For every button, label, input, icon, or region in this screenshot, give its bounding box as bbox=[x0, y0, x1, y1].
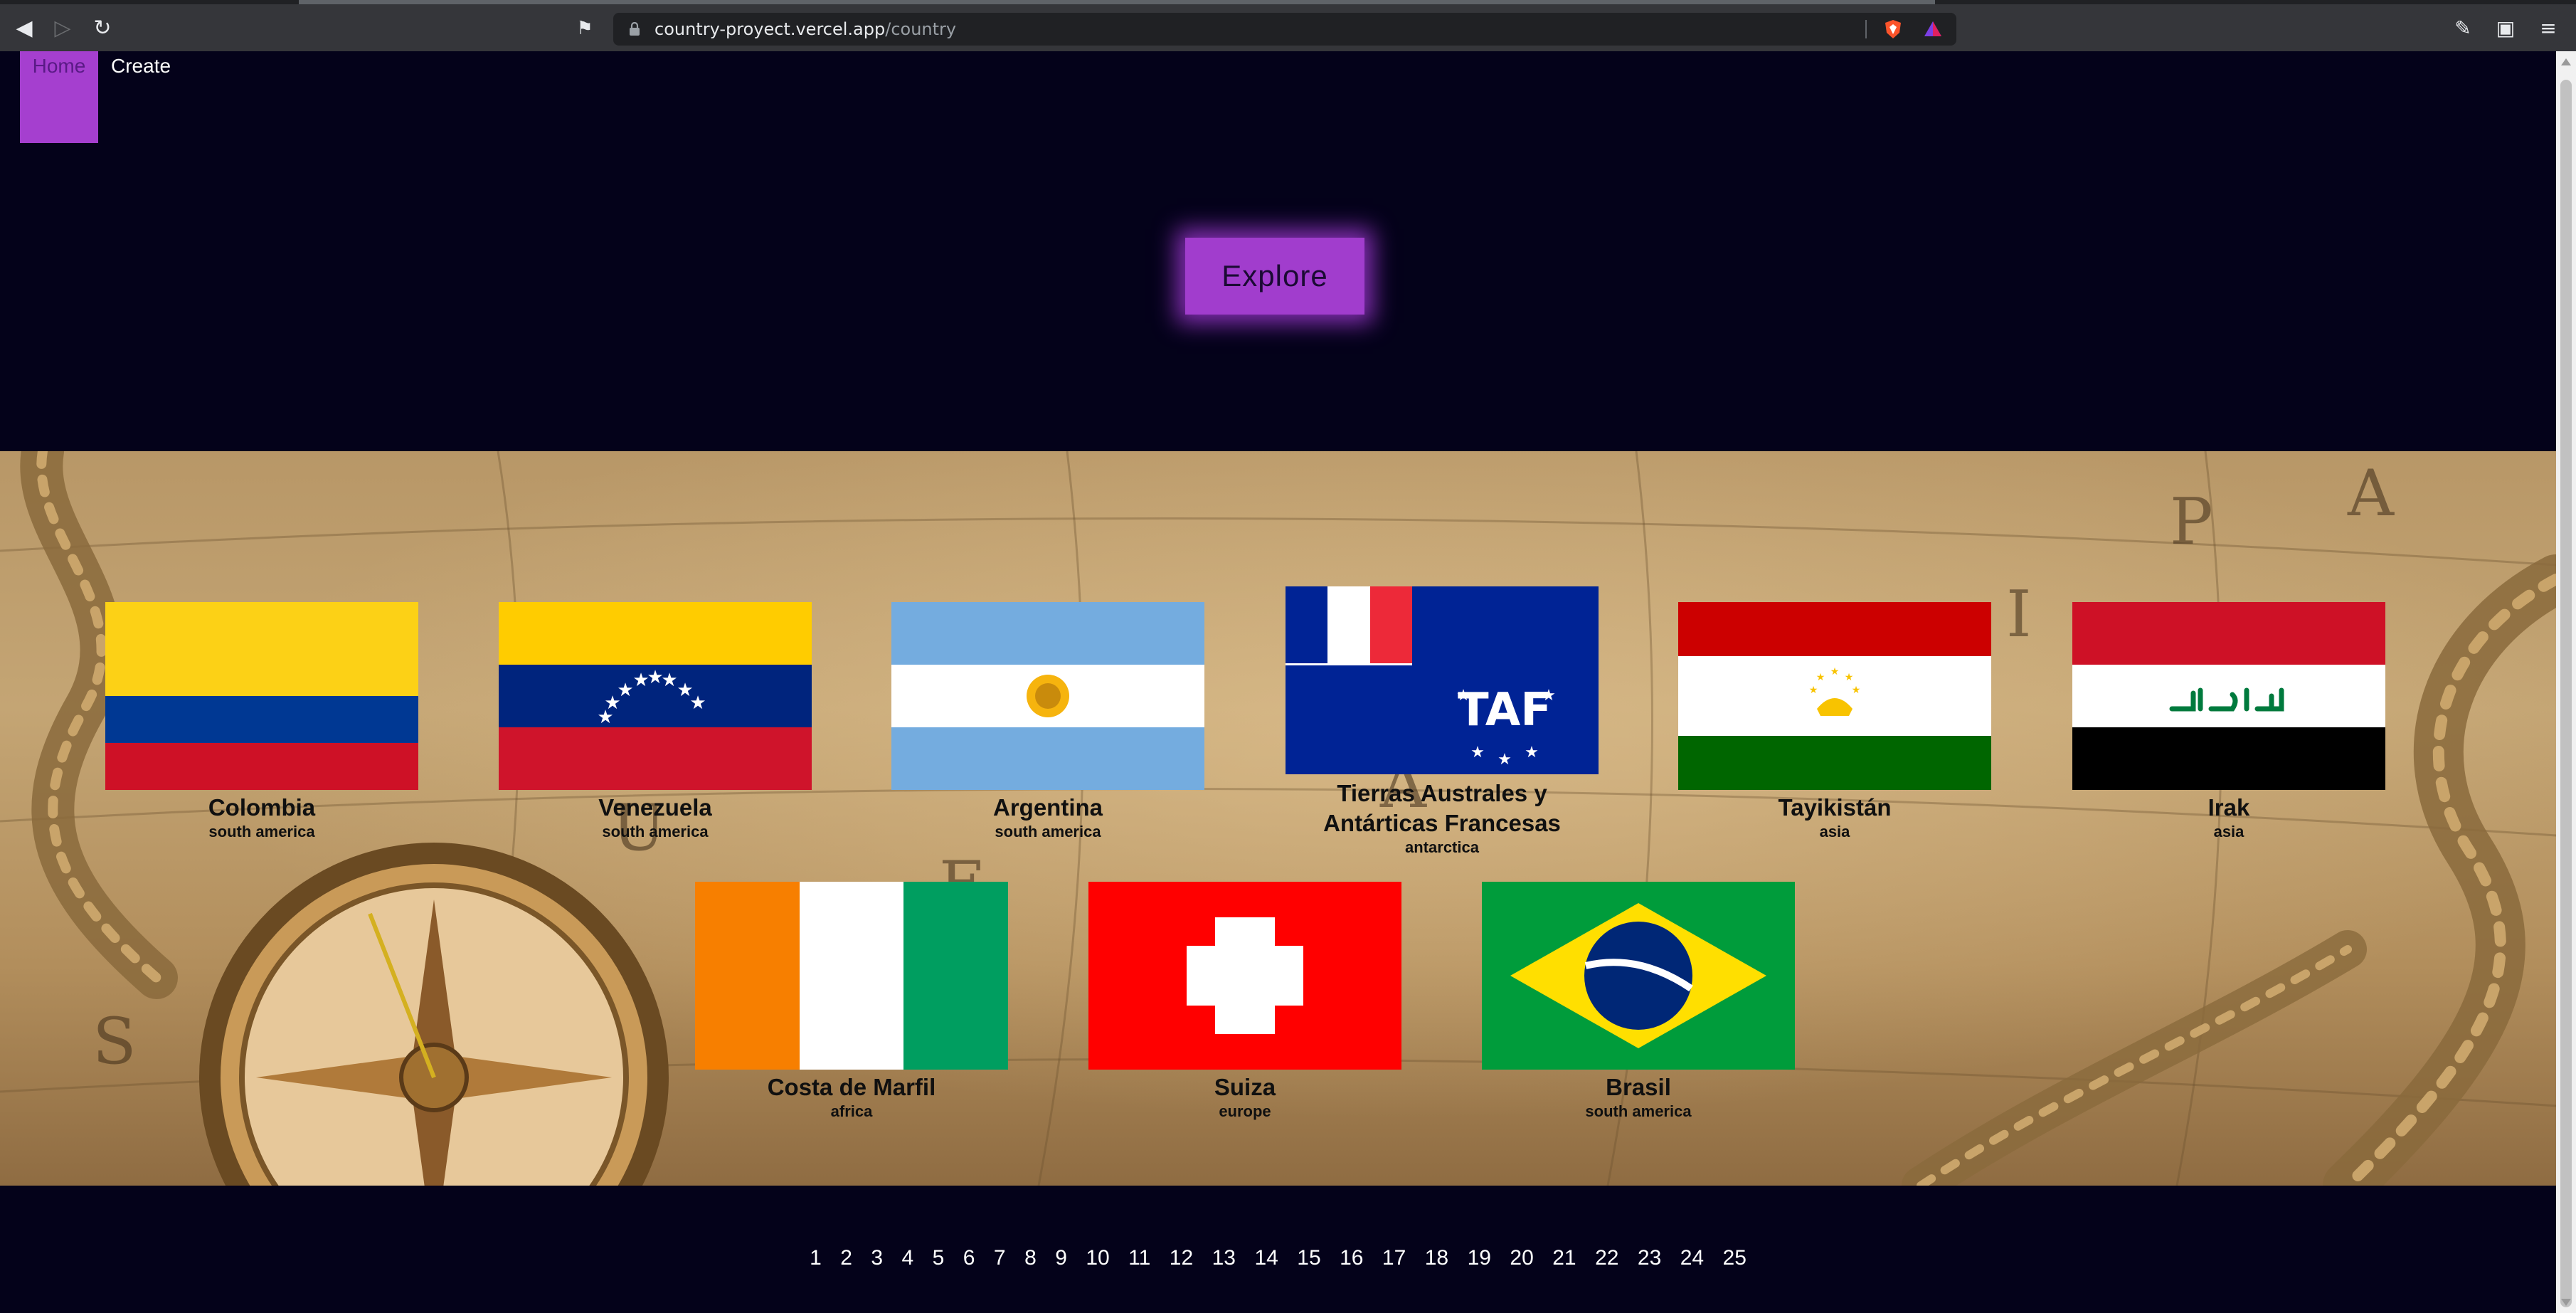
svg-text:TAF: TAF bbox=[1458, 684, 1552, 737]
menu-icon[interactable]: ≡ bbox=[2534, 14, 2562, 43]
country-continent: antarctica bbox=[1405, 838, 1479, 856]
page-link[interactable]: 20 bbox=[1502, 1237, 1541, 1280]
page-link[interactable]: 21 bbox=[1544, 1237, 1584, 1280]
page-link[interactable]: 10 bbox=[1078, 1237, 1117, 1280]
country-continent: africa bbox=[830, 1102, 873, 1120]
svg-text:★: ★ bbox=[1816, 672, 1825, 683]
page-link[interactable]: 3 bbox=[863, 1237, 891, 1280]
flag-tajikistan: ★ ★ ★ ★ ★ bbox=[1678, 602, 1991, 790]
page-link[interactable]: 17 bbox=[1374, 1237, 1414, 1280]
page-link[interactable]: 5 bbox=[925, 1237, 953, 1280]
page-link[interactable]: 7 bbox=[986, 1237, 1014, 1280]
svg-text:I: I bbox=[2006, 577, 2032, 652]
page-link[interactable]: 2 bbox=[832, 1237, 860, 1280]
flag-ivory-coast bbox=[695, 882, 1008, 1070]
svg-text:★: ★ bbox=[661, 670, 677, 691]
page-link[interactable]: 19 bbox=[1460, 1237, 1499, 1280]
country-continent: south america bbox=[995, 823, 1101, 840]
country-continent: south america bbox=[1585, 1102, 1692, 1120]
svg-text:★: ★ bbox=[1456, 687, 1470, 705]
country-name: Argentina bbox=[992, 794, 1103, 821]
country-name-line1: Tierras Australes y bbox=[1337, 780, 1547, 806]
address-bar[interactable]: country-proyect.vercel.app/country bbox=[613, 13, 1956, 46]
scrollbar-thumb[interactable] bbox=[2560, 80, 2572, 1307]
country-name: Suiza bbox=[1214, 1074, 1276, 1100]
bookmark-icon[interactable]: ⚑ bbox=[571, 14, 599, 43]
svg-text:★: ★ bbox=[1845, 672, 1854, 683]
brave-shields-icon[interactable] bbox=[1882, 19, 1904, 40]
svg-text:★: ★ bbox=[1498, 751, 1512, 769]
page-link[interactable]: 22 bbox=[1587, 1237, 1626, 1280]
country-name: Venezuela bbox=[598, 794, 712, 821]
forward-icon[interactable]: ▷ bbox=[48, 14, 77, 43]
page-link[interactable]: 8 bbox=[1017, 1237, 1044, 1280]
wallet-icon[interactable]: ▣ bbox=[2491, 14, 2520, 43]
flag-argentina bbox=[891, 602, 1204, 790]
svg-text:★: ★ bbox=[1542, 687, 1556, 705]
compass-illustration bbox=[199, 843, 669, 1186]
flag-brazil bbox=[1482, 882, 1795, 1070]
svg-text:★: ★ bbox=[617, 680, 633, 701]
page-link[interactable]: 6 bbox=[955, 1237, 983, 1280]
page-scrollbar[interactable] bbox=[2556, 51, 2576, 1313]
country-continent: asia bbox=[1819, 823, 1850, 840]
flag-switzerland bbox=[1088, 882, 1401, 1070]
country-name: Irak bbox=[2207, 794, 2250, 821]
page-link[interactable]: 16 bbox=[1332, 1237, 1371, 1280]
page-link[interactable]: 14 bbox=[1246, 1237, 1286, 1280]
lock-icon bbox=[630, 22, 640, 36]
page-link[interactable]: 9 bbox=[1047, 1237, 1075, 1280]
page-link[interactable]: 25 bbox=[1715, 1237, 1754, 1280]
nav-create-link[interactable]: Create bbox=[111, 54, 171, 78]
country-name: Tayikistán bbox=[1778, 794, 1892, 821]
svg-text:★: ★ bbox=[1830, 666, 1840, 677]
country-name-line2: Antárticas Francesas bbox=[1323, 810, 1561, 836]
svg-text:★: ★ bbox=[689, 692, 706, 714]
flag-venezuela: ★★★ ★★★ ★★ bbox=[499, 602, 812, 790]
page-link[interactable]: 11 bbox=[1120, 1237, 1158, 1280]
flag-iraq bbox=[2072, 602, 2385, 790]
country-continent: asia bbox=[2213, 823, 2244, 840]
country-continent: europe bbox=[1219, 1102, 1271, 1120]
page-link[interactable]: 23 bbox=[1630, 1237, 1669, 1280]
reload-icon[interactable]: ↻ bbox=[88, 14, 117, 43]
page-link[interactable]: 1 bbox=[802, 1237, 829, 1280]
flag-taaf: TAF ★ ★ ★ ★ ★ bbox=[1286, 586, 1599, 774]
svg-text:★: ★ bbox=[1525, 744, 1539, 761]
svg-text:★: ★ bbox=[1470, 744, 1485, 761]
page-link[interactable]: 13 bbox=[1204, 1237, 1244, 1280]
explore-button[interactable]: Explore bbox=[1185, 238, 1364, 315]
back-icon[interactable]: ◀ bbox=[10, 14, 38, 43]
scroll-up-icon[interactable] bbox=[2561, 58, 2571, 65]
country-continent: south america bbox=[208, 823, 315, 840]
tab-strip bbox=[299, 0, 1935, 4]
extensions-icon[interactable]: ✎ bbox=[2449, 14, 2477, 43]
svg-text:★: ★ bbox=[1852, 685, 1861, 696]
countries-map-area: P A I R A E U S bbox=[0, 451, 2556, 1186]
brave-rewards-icon[interactable] bbox=[1922, 19, 1944, 40]
svg-text:S: S bbox=[92, 1004, 137, 1079]
country-continent: south america bbox=[602, 823, 709, 840]
country-name: Costa de Marfil bbox=[767, 1074, 936, 1100]
svg-text:P: P bbox=[2170, 485, 2213, 559]
pagination: 1 2 3 4 5 6 7 8 9 10 11 12 13 14 15 16 1… bbox=[0, 1237, 2556, 1280]
url-text: country-proyect.vercel.app/country bbox=[654, 19, 957, 39]
page-link[interactable]: 12 bbox=[1162, 1237, 1201, 1280]
omnibox-separator bbox=[1865, 20, 1867, 38]
browser-toolbar: ◀ ▷ ↻ ⚑ country-proyect.vercel.app/count… bbox=[0, 0, 2576, 51]
country-name: Colombia bbox=[208, 794, 316, 821]
svg-text:A: A bbox=[2347, 456, 2395, 531]
flag-colombia bbox=[105, 602, 418, 790]
page-link[interactable]: 15 bbox=[1289, 1237, 1328, 1280]
country-name: Brasil bbox=[1606, 1074, 1671, 1100]
page-link[interactable]: 4 bbox=[894, 1237, 922, 1280]
page-link[interactable]: 24 bbox=[1673, 1237, 1712, 1280]
nav-home-link[interactable]: Home bbox=[20, 51, 98, 143]
page-link[interactable]: 18 bbox=[1417, 1237, 1456, 1280]
scroll-down-icon[interactable] bbox=[2561, 1299, 2571, 1306]
svg-text:★: ★ bbox=[1809, 685, 1818, 696]
